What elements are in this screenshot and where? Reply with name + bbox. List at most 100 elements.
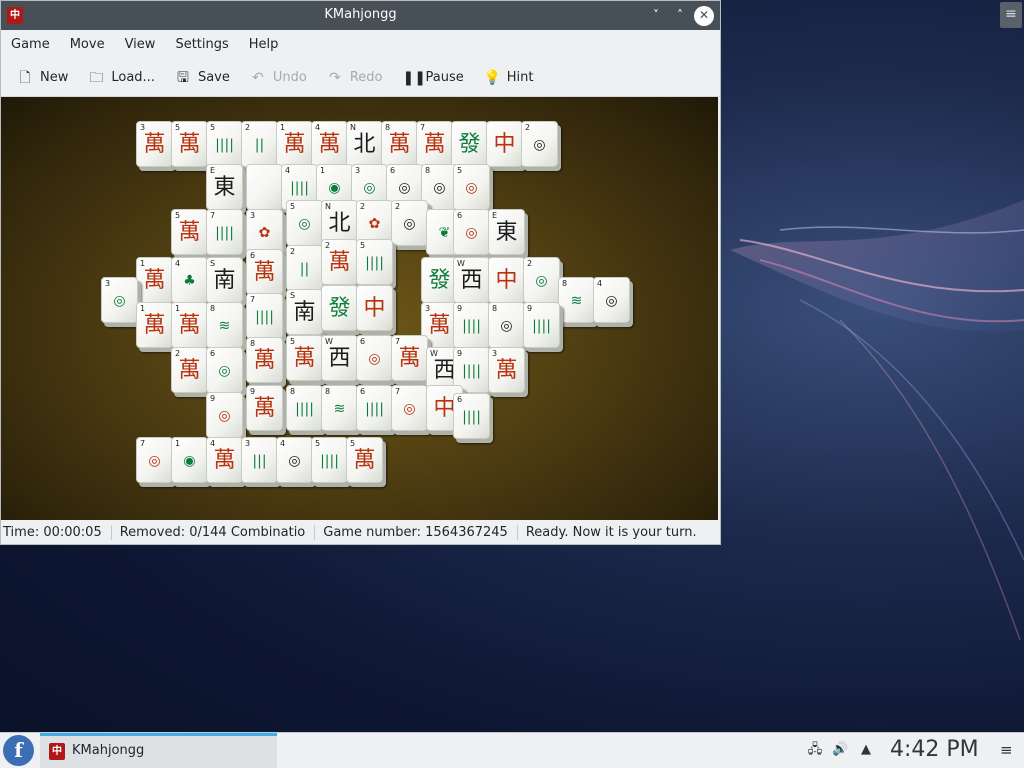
desktop-toolbox-button[interactable]: ≡ bbox=[1000, 2, 1022, 28]
application-launcher-button[interactable]: f bbox=[3, 735, 34, 766]
mahjong-tile[interactable]: 3萬 bbox=[136, 121, 173, 167]
minimize-button[interactable]: ˅ bbox=[646, 6, 666, 26]
mahjong-tile[interactable]: 發 bbox=[321, 285, 358, 331]
mahjong-tile[interactable]: 6 ◎ bbox=[453, 209, 490, 255]
undo-button[interactable]: ↶ Undo bbox=[242, 62, 315, 94]
panel-menu-icon[interactable]: ≡ bbox=[1000, 741, 1013, 759]
mahjong-tile[interactable]: 1萬 bbox=[136, 302, 173, 348]
taskbar-task-kmahjongg[interactable]: 中 KMahjongg bbox=[40, 733, 277, 768]
mahjong-tile[interactable]: N北 bbox=[346, 121, 383, 167]
status-game-number: Game number: 1564367245 bbox=[321, 524, 518, 540]
mahjong-tile[interactable]: S南 bbox=[286, 289, 323, 335]
close-button[interactable]: ✕ bbox=[694, 6, 714, 26]
mahjong-tile[interactable]: 3 ◎ bbox=[101, 277, 138, 323]
mahjong-tile[interactable]: 5 ◎ bbox=[286, 200, 323, 246]
tile-face: ◎ bbox=[298, 216, 311, 232]
mahjong-tile[interactable]: E東 bbox=[488, 209, 525, 255]
menu-move[interactable]: Move bbox=[60, 30, 115, 59]
mahjong-tile[interactable]: 發 bbox=[451, 121, 488, 167]
mahjong-tile[interactable]: 4萬 bbox=[311, 121, 348, 167]
mahjong-tile[interactable]: 6 ◎ bbox=[206, 347, 243, 393]
mahjong-tile[interactable]: 5 |||| bbox=[206, 121, 243, 167]
menubar: Game Move View Settings Help bbox=[1, 30, 720, 59]
menu-game[interactable]: Game bbox=[1, 30, 60, 59]
mahjong-tile[interactable]: 2 ◎ bbox=[521, 121, 558, 167]
clock[interactable]: 4:42 PM bbox=[890, 737, 979, 762]
mahjong-tile[interactable]: 2萬 bbox=[171, 347, 208, 393]
mahjong-tile[interactable]: 1萬 bbox=[276, 121, 313, 167]
mahjong-tile[interactable]: 8萬 bbox=[381, 121, 418, 167]
tile-face: 東 bbox=[213, 175, 236, 200]
menu-settings[interactable]: Settings bbox=[165, 30, 238, 59]
mahjong-tile[interactable]: S南 bbox=[206, 257, 243, 303]
mahjong-tile[interactable]: 7 |||| bbox=[246, 293, 283, 339]
mahjong-tile[interactable]: 2萬 bbox=[321, 239, 358, 285]
mahjong-tile[interactable]: 6 |||| bbox=[453, 393, 490, 439]
mahjong-tile[interactable]: 5萬 bbox=[286, 335, 323, 381]
tile-face: ◎ bbox=[288, 453, 301, 469]
mahjong-tile[interactable]: 中 bbox=[486, 121, 523, 167]
mahjong-tile[interactable]: 2 ◎ bbox=[523, 257, 560, 303]
mahjong-tile[interactable]: 2 ◎ bbox=[391, 200, 428, 246]
mahjong-tile[interactable]: 7 ◎ bbox=[136, 437, 173, 483]
mahjong-tile[interactable]: 9 ◎ bbox=[206, 392, 243, 438]
mahjong-tile[interactable]: 2 || bbox=[286, 245, 323, 291]
tile-face: ≋ bbox=[570, 293, 583, 309]
tray-expand-icon[interactable]: ▲ bbox=[858, 742, 874, 758]
tile-face: 萬 bbox=[178, 220, 201, 245]
redo-button[interactable]: ↷ Redo bbox=[319, 62, 391, 94]
mahjong-tile[interactable]: 8 |||| bbox=[286, 385, 323, 431]
mahjong-tile[interactable]: 3 ||| bbox=[241, 437, 278, 483]
new-game-button[interactable]: 🗋 New bbox=[9, 62, 76, 94]
hint-button[interactable]: 💡 Hint bbox=[476, 62, 542, 94]
pause-button[interactable]: ❚❚ Pause bbox=[395, 62, 472, 94]
tile-face: ◎ bbox=[403, 401, 416, 417]
menu-help[interactable]: Help bbox=[239, 30, 289, 59]
mahjong-tile[interactable]: 4萬 bbox=[206, 437, 243, 483]
mahjong-tile[interactable] bbox=[246, 164, 283, 210]
mahjong-tile[interactable]: 2 || bbox=[241, 121, 278, 167]
mahjong-tile[interactable]: 3萬 bbox=[488, 347, 525, 393]
mahjong-tile[interactable]: 4 ◎ bbox=[276, 437, 313, 483]
mahjong-tile[interactable]: 8 ≋ bbox=[321, 385, 358, 431]
mahjong-tile[interactable]: 5 |||| bbox=[356, 239, 393, 285]
maximize-button[interactable]: ˄ bbox=[670, 6, 690, 26]
mahjong-tile[interactable]: E東 bbox=[206, 164, 243, 210]
game-board[interactable]: 3 萬 5 萬 5 |||| 2 || 1 萬 4 萬 N 北 8 萬 7 萬發中 2 ◎ E 東 4 |||| 1 ◉ 3 ◎ 6 ◎ 8… bbox=[1, 97, 718, 520]
menu-view[interactable]: View bbox=[115, 30, 166, 59]
mahjong-tile[interactable]: 5 ◎ bbox=[453, 164, 490, 210]
mahjong-tile[interactable]: 中 bbox=[488, 257, 525, 303]
mahjong-tile[interactable]: 1萬 bbox=[136, 257, 173, 303]
load-game-button[interactable]: 🗀 Load... bbox=[80, 62, 163, 94]
mahjong-tile[interactable]: 9 |||| bbox=[453, 302, 490, 348]
mahjong-tile[interactable]: 6萬 bbox=[246, 249, 283, 295]
mahjong-tile[interactable]: 7 ◎ bbox=[391, 385, 428, 431]
status-removed: Removed: 0/144 Combinatio bbox=[118, 524, 316, 540]
mahjong-tile[interactable]: 8萬 bbox=[246, 337, 283, 383]
mahjong-tile[interactable]: 4 ♣ bbox=[171, 257, 208, 303]
mahjong-tile[interactable]: 7萬 bbox=[416, 121, 453, 167]
mahjong-tile[interactable]: 5 |||| bbox=[311, 437, 348, 483]
mahjong-tile[interactable]: 8 ≋ bbox=[206, 302, 243, 348]
mahjong-tile[interactable]: 中 bbox=[356, 285, 393, 331]
mahjong-tile[interactable]: 8 ◎ bbox=[488, 302, 525, 348]
network-icon[interactable]: 🖧 bbox=[807, 742, 823, 758]
mahjong-tile[interactable]: W西 bbox=[453, 257, 490, 303]
window-titlebar[interactable]: 中 KMahjongg ˅ ˄ ✕ bbox=[1, 1, 720, 30]
save-game-button[interactable]: 🖫 Save bbox=[167, 62, 238, 94]
mahjong-tile[interactable]: 6 |||| bbox=[356, 385, 393, 431]
mahjong-tile[interactable]: 1 ◉ bbox=[171, 437, 208, 483]
mahjong-tile[interactable]: 6 ◎ bbox=[356, 335, 393, 381]
mahjong-tile[interactable]: 5萬 bbox=[171, 121, 208, 167]
volume-icon[interactable]: 🔊 bbox=[832, 742, 848, 758]
mahjong-tile[interactable]: 9 |||| bbox=[523, 302, 560, 348]
mahjong-tile[interactable]: 4 ◎ bbox=[593, 277, 630, 323]
mahjong-tile[interactable]: 5萬 bbox=[171, 209, 208, 255]
mahjong-tile[interactable]: 1萬 bbox=[171, 302, 208, 348]
mahjong-tile[interactable]: 8 ≋ bbox=[558, 277, 595, 323]
mahjong-tile[interactable]: 9萬 bbox=[246, 385, 283, 431]
mahjong-tile[interactable]: W西 bbox=[321, 335, 358, 381]
mahjong-tile[interactable]: 7 |||| bbox=[206, 209, 243, 255]
mahjong-tile[interactable]: 5萬 bbox=[346, 437, 383, 483]
mahjong-tile[interactable]: 7萬 bbox=[391, 335, 428, 381]
